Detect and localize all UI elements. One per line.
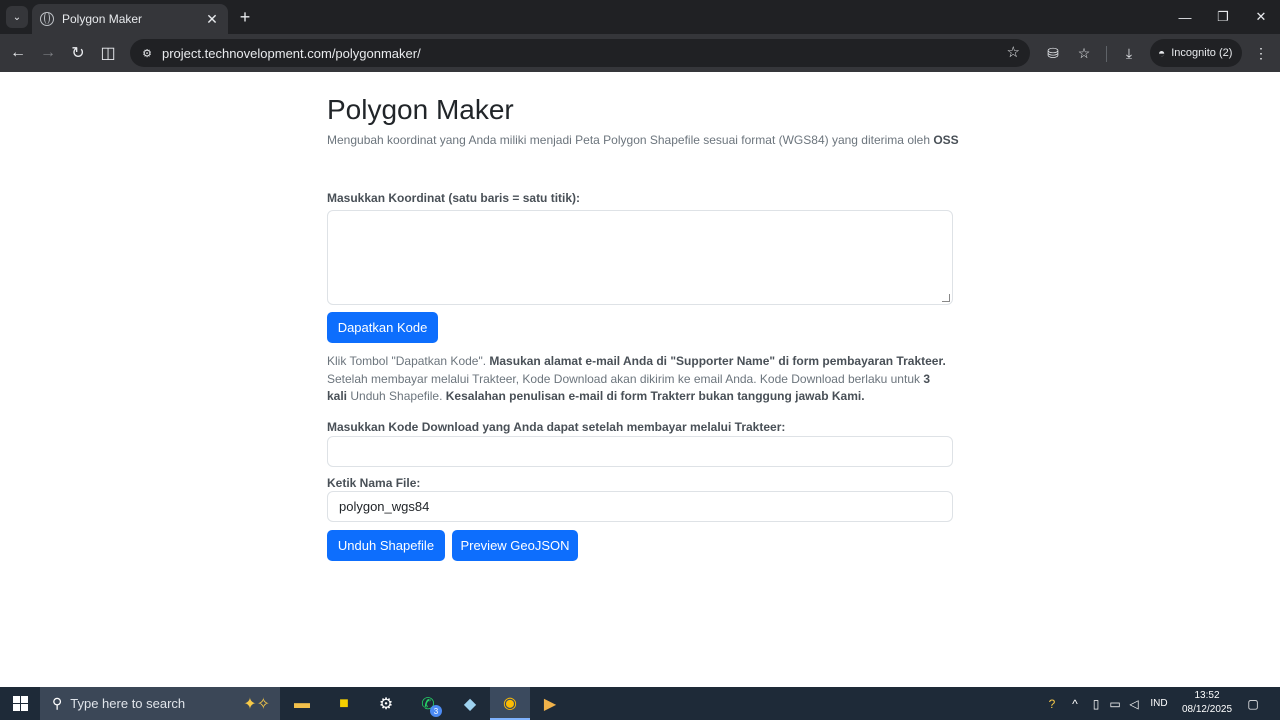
battery-icon[interactable]: ▯	[1088, 687, 1104, 720]
get-code-button[interactable]: Dapatkan Kode	[327, 312, 438, 343]
incognito-extension-icon[interactable]: ⛁	[1040, 40, 1066, 66]
coordinates-label: Masukkan Koordinat (satu baris = satu ti…	[327, 191, 581, 205]
chrome-icon[interactable]: ◉	[490, 687, 530, 720]
media-player-icon[interactable]: ▶	[530, 687, 570, 720]
incognito-icon: ◓	[1158, 46, 1166, 60]
address-bar[interactable]: ⚙ project.technovelopment.com/polygonmak…	[130, 39, 1030, 67]
close-window-icon[interactable]: ✕	[1242, 0, 1280, 34]
search-placeholder: Type here to search	[70, 696, 186, 711]
file-explorer-icon[interactable]: ▬	[282, 687, 322, 720]
language-indicator[interactable]: IND	[1146, 687, 1172, 720]
bookmark-star-icon[interactable]: ☆	[1007, 43, 1020, 61]
incognito-badge[interactable]: ◓ Incognito (2)	[1150, 39, 1242, 67]
start-button[interactable]	[0, 687, 40, 720]
whatsapp-icon[interactable]: ✆ 3	[408, 687, 448, 720]
notification-icon[interactable]: ▢	[1242, 687, 1264, 720]
coordinates-textarea[interactable]	[327, 210, 953, 305]
forward-arrow-icon[interactable]: →	[35, 40, 61, 66]
back-arrow-icon[interactable]: ←	[5, 40, 31, 66]
sparkle-icon: ✦✧	[243, 695, 270, 713]
clock-time: 13:52	[1194, 690, 1220, 701]
menu-kebab-icon[interactable]: ⋮	[1248, 40, 1274, 66]
windows-logo-icon	[12, 696, 28, 711]
resize-handle-icon[interactable]	[942, 294, 950, 302]
filename-input[interactable]: polygon_wgs84	[327, 491, 953, 522]
page-title: Polygon Maker	[327, 94, 514, 125]
taskbar-search[interactable]: ⚲ Type here to search ✦✧	[40, 687, 280, 720]
toolbar-divider	[1106, 46, 1107, 62]
filename-label: Ketik Nama File:	[327, 476, 421, 490]
whatsapp-badge: 3	[430, 705, 442, 717]
clock[interactable]: 13:52 08/12/2025	[1176, 689, 1238, 717]
download-code-input[interactable]	[327, 436, 953, 467]
url-text[interactable]: project.technovelopment.com/polygonmaker…	[162, 46, 1030, 61]
sticky-notes-icon[interactable]: ■	[324, 687, 364, 720]
tab-search-chevron-icon[interactable]: ⌄	[6, 6, 28, 28]
page-subtitle: Mengubah koordinat yang Anda miliki menj…	[327, 133, 959, 147]
instructions-note: Klik Tombol "Dapatkan Kode". Masukan ala…	[327, 353, 953, 406]
note-bold-1: Masukan alamat e-mail Anda di "Supporter…	[489, 354, 946, 368]
subtitle-text: Mengubah koordinat yang Anda miliki menj…	[327, 133, 930, 147]
note-text-2: Setelah membayar melalui Trakteer, Kode …	[327, 371, 924, 386]
reload-icon[interactable]: ↻	[65, 40, 91, 66]
maximize-icon[interactable]: ❐	[1204, 0, 1242, 34]
browser-tab[interactable]: Polygon Maker ✕	[32, 4, 228, 34]
subtitle-oss: OSS	[933, 133, 959, 147]
new-tab-plus-icon[interactable]: +	[234, 6, 256, 28]
settings-gear-icon[interactable]: ⚙	[366, 687, 406, 720]
tab-title: Polygon Maker	[62, 12, 143, 26]
download-icon[interactable]: ⤓	[1116, 40, 1142, 66]
minimize-icon[interactable]: —	[1166, 0, 1204, 34]
search-icon: ⚲	[52, 695, 63, 711]
notes-app-icon[interactable]: ◆	[450, 687, 490, 720]
taskbar: ⚲ Type here to search ✦✧ ▬ ■ ⚙ ✆ 3 ◆ ◉ ▶ …	[0, 687, 1280, 720]
preview-geojson-button[interactable]: Preview GeoJSON	[452, 530, 578, 561]
incognito-label: Incognito (2)	[1171, 47, 1233, 59]
side-panel-icon[interactable]: ◫	[95, 40, 121, 66]
tray-chevron-up-icon[interactable]: ^	[1066, 687, 1084, 720]
browser-toolbar: ← → ↻ ◫ ⚙ project.technovelopment.com/po…	[0, 34, 1280, 72]
clock-date: 08/12/2025	[1181, 704, 1233, 715]
bookmarks-icon[interactable]: ☆	[1071, 40, 1097, 66]
network-icon[interactable]: ▭	[1106, 687, 1124, 720]
globe-icon	[40, 12, 54, 26]
close-tab-icon[interactable]: ✕	[204, 11, 220, 28]
help-icon[interactable]: ?	[1042, 687, 1062, 720]
note-text-1: Klik Tombol "Dapatkan Kode".	[327, 354, 490, 368]
note-bold-3: Kesalahan penulisan e-mail di form Trakt…	[445, 389, 865, 403]
download-code-label: Masukkan Kode Download yang Anda dapat s…	[327, 420, 786, 434]
download-shapefile-button[interactable]: Unduh Shapefile	[327, 530, 445, 561]
browser-tabstrip: ⌄ Polygon Maker ✕ + — ❐ ✕	[0, 0, 1280, 34]
site-info-icon[interactable]: ⚙	[140, 46, 154, 60]
note-text-3: Unduh Shapefile.	[347, 389, 446, 403]
volume-icon[interactable]: ◁	[1126, 687, 1142, 720]
